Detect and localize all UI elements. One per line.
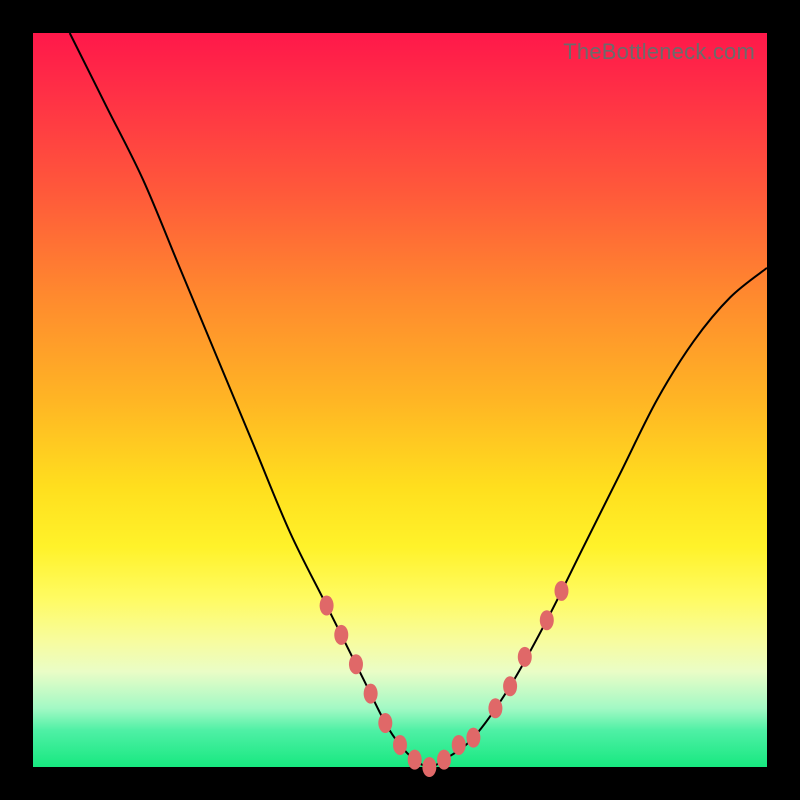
left-bead-2 xyxy=(334,625,348,645)
vertex-3 xyxy=(422,757,436,777)
curve-markers xyxy=(320,581,569,777)
left-bead-1 xyxy=(320,596,334,616)
bottleneck-curve xyxy=(70,33,767,767)
chart-svg xyxy=(33,33,767,767)
vertex-2 xyxy=(408,750,422,770)
right-bead-7 xyxy=(554,581,568,601)
right-bead-6 xyxy=(540,610,554,630)
chart-frame: TheBottleneck.com xyxy=(0,0,800,800)
left-bead-4 xyxy=(364,684,378,704)
right-bead-3 xyxy=(488,698,502,718)
vertex-1 xyxy=(393,735,407,755)
right-bead-2 xyxy=(466,728,480,748)
left-bead-5 xyxy=(378,713,392,733)
vertex-4 xyxy=(437,750,451,770)
plot-area: TheBottleneck.com xyxy=(33,33,767,767)
right-bead-5 xyxy=(518,647,532,667)
left-bead-3 xyxy=(349,654,363,674)
right-bead-4 xyxy=(503,676,517,696)
right-bead-1 xyxy=(452,735,466,755)
